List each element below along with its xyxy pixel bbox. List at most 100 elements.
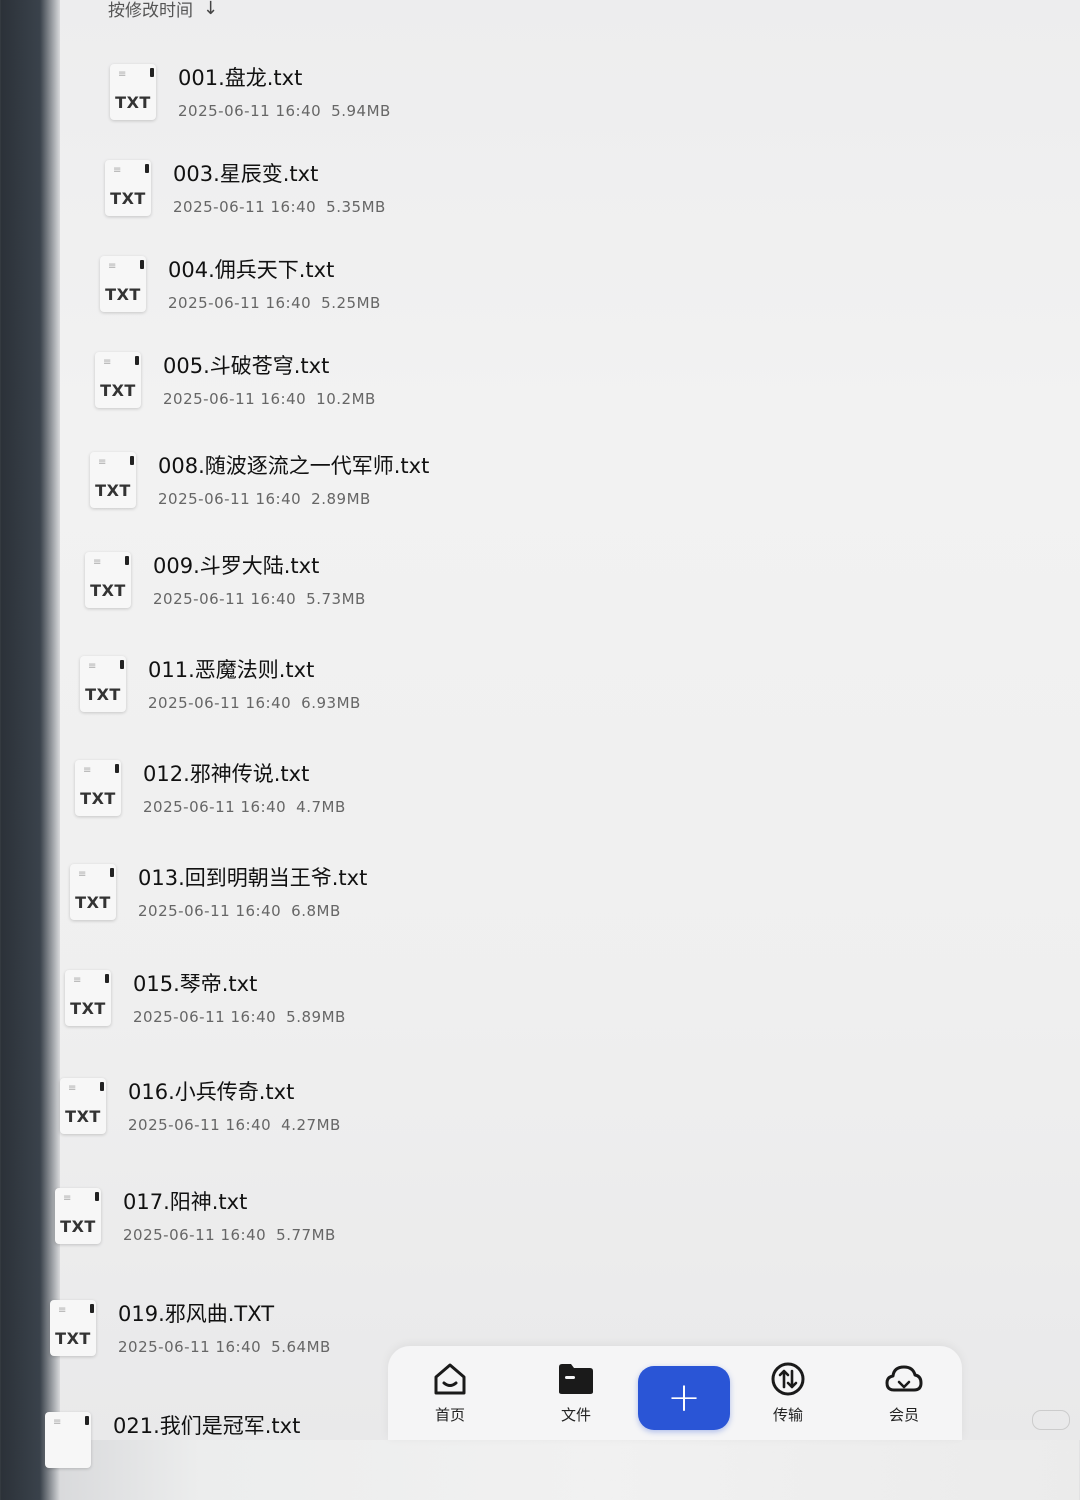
file-date: 2025-06-11 16:40 [133,1008,277,1026]
file-size: 6.8MB [291,902,341,920]
file-name: 008.随波逐流之一代军师.txt [158,454,430,478]
file-row[interactable]: ≡ TXT 003.星辰变.txt 2025-06-11 16:40 5.35MB [105,158,386,248]
tab-files-label: 文件 [560,1406,591,1424]
folder-icon [536,1356,616,1402]
file-row[interactable]: ≡ TXT 005.斗破苍穹.txt 2025-06-11 16:40 10.2M… [95,350,376,440]
file-row[interactable]: ≡ TXT 001.盘龙.txt 2025-06-11 16:40 5.94MB [110,62,391,152]
file-info: 015.琴帝.txt 2025-06-11 16:40 5.89MB [133,968,346,1026]
txt-file-icon: ≡ TXT [100,256,146,312]
file-size: 4.27MB [281,1116,341,1134]
file-list: ≡ TXT 001.盘龙.txt 2025-06-11 16:40 5.94MB … [0,0,1080,1468]
file-size: 5.94MB [331,102,391,120]
file-info: 019.邪风曲.TXT 2025-06-11 16:40 5.64MB [118,1298,331,1356]
cloud-icon [864,1356,944,1402]
file-size: 2.89MB [311,490,371,508]
tab-transfer[interactable]: 传输 [748,1356,828,1425]
file-meta: 2025-06-11 16:40 10.2MB [163,390,376,408]
tab-files[interactable]: 文件 [536,1356,616,1425]
file-info: 016.小兵传奇.txt 2025-06-11 16:40 4.27MB [128,1076,341,1134]
file-meta: 2025-06-11 16:40 6.8MB [138,902,367,920]
file-size: 5.64MB [271,1338,331,1356]
file-info: 011.恶魔法则.txt 2025-06-11 16:40 6.93MB [148,654,361,712]
file-row[interactable]: ≡ TXT 015.琴帝.txt 2025-06-11 16:40 5.89MB [65,968,346,1058]
file-row[interactable]: ≡ TXT 013.回到明朝当王爷.txt 2025-06-11 16:40 6.… [70,862,367,952]
file-size: 5.73MB [306,590,366,608]
file-name: 019.邪风曲.TXT [118,1302,275,1326]
file-meta: 2025-06-11 16:40 5.25MB [168,294,381,312]
tab-member-label: 会员 [888,1406,919,1424]
file-name: 016.小兵传奇.txt [128,1080,295,1104]
file-meta: 2025-06-11 16:40 5.94MB [178,102,391,120]
file-meta: 2025-06-11 16:40 5.64MB [118,1338,331,1356]
file-ext-label: TXT [110,189,146,208]
tab-member[interactable]: 会员 [864,1356,944,1425]
txt-file-icon: ≡ TXT [50,1300,96,1356]
txt-file-icon: ≡ TXT [70,864,116,920]
file-name: 001.盘龙.txt [178,66,303,90]
file-row[interactable]: ≡ TXT 011.恶魔法则.txt 2025-06-11 16:40 6.93M… [80,654,361,744]
file-date: 2025-06-11 16:40 [173,198,317,216]
file-row[interactable]: ≡ TXT 012.邪神传说.txt 2025-06-11 16:40 4.7MB [75,758,346,848]
file-ext-label: TXT [95,481,131,500]
file-ext-label: TXT [75,893,111,912]
file-name: 004.佣兵天下.txt [168,258,335,282]
file-ext-label: TXT [115,93,151,112]
home-icon [410,1356,490,1402]
file-meta: 2025-06-11 16:40 2.89MB [158,490,429,508]
txt-file-icon: ≡ TXT [80,656,126,712]
file-date: 2025-06-11 16:40 [118,1338,262,1356]
tab-home-label: 首页 [434,1406,465,1424]
file-size: 5.89MB [286,1008,346,1026]
txt-file-icon: ≡ TXT [75,760,121,816]
file-info: 003.星辰变.txt 2025-06-11 16:40 5.35MB [173,158,386,216]
file-date: 2025-06-11 16:40 [168,294,312,312]
file-name: 012.邪神传说.txt [143,762,310,786]
file-name: 017.阳神.txt [123,1190,248,1214]
file-size: 5.35MB [326,198,386,216]
file-row[interactable]: ≡ TXT 008.随波逐流之一代军师.txt 2025-06-11 16:40… [90,450,429,540]
plus-icon: + [667,1375,701,1421]
file-meta: 2025-06-11 16:40 5.73MB [153,590,366,608]
file-ext-label: TXT [90,581,126,600]
file-row[interactable]: ≡ TXT 009.斗罗大陆.txt 2025-06-11 16:40 5.73M… [85,550,366,640]
file-name: 015.琴帝.txt [133,972,258,996]
txt-file-icon: ≡ TXT [105,160,151,216]
txt-file-icon: ≡ TXT [85,552,131,608]
file-row[interactable]: ≡ TXT 004.佣兵天下.txt 2025-06-11 16:40 5.25M… [100,254,381,344]
file-date: 2025-06-11 16:40 [163,390,307,408]
file-date: 2025-06-11 16:40 [153,590,297,608]
file-meta: 2025-06-11 16:40 5.89MB [133,1008,346,1026]
txt-file-icon: ≡ TXT [55,1188,101,1244]
file-row[interactable]: ≡ TXT 016.小兵传奇.txt 2025-06-11 16:40 4.27M… [60,1076,341,1166]
file-name: 009.斗罗大陆.txt [153,554,320,578]
add-button[interactable]: + [638,1366,730,1430]
txt-file-icon: ≡ TXT [95,352,141,408]
file-ext-label: TXT [105,285,141,304]
file-row[interactable]: ≡ TXT 017.阳神.txt 2025-06-11 16:40 5.77MB [55,1186,336,1276]
file-meta: 2025-06-11 16:40 4.7MB [143,798,346,816]
file-ext-label: TXT [85,685,121,704]
file-row[interactable]: ≡ TXT 019.邪风曲.TXT 2025-06-11 16:40 5.64MB [50,1298,331,1388]
bottom-tab-bar: 首页 文件 + 传输 会员 [388,1346,962,1440]
file-date: 2025-06-11 16:40 [178,102,322,120]
file-meta: 2025-06-11 16:40 4.27MB [128,1116,341,1134]
file-date: 2025-06-11 16:40 [128,1116,272,1134]
file-info: 005.斗破苍穹.txt 2025-06-11 16:40 10.2MB [163,350,376,408]
txt-file-icon: ≡ [45,1412,91,1468]
file-ext-label: TXT [80,789,116,808]
file-date: 2025-06-11 16:40 [138,902,282,920]
tab-home[interactable]: 首页 [410,1356,490,1425]
file-info: 012.邪神传说.txt 2025-06-11 16:40 4.7MB [143,758,346,816]
file-ext-label: TXT [60,1217,96,1236]
tab-transfer-label: 传输 [772,1406,803,1424]
file-row[interactable]: ≡ 021.我们是冠军.txt [45,1410,300,1500]
file-size: 4.7MB [296,798,346,816]
file-info: 008.随波逐流之一代军师.txt 2025-06-11 16:40 2.89MB [158,450,429,508]
file-size: 10.2MB [316,390,376,408]
file-ext-label: TXT [100,381,136,400]
file-info: 017.阳神.txt 2025-06-11 16:40 5.77MB [123,1186,336,1244]
file-size: 5.77MB [276,1226,336,1244]
file-meta: 2025-06-11 16:40 5.35MB [173,198,386,216]
file-size: 5.25MB [321,294,381,312]
file-meta: 2025-06-11 16:40 5.77MB [123,1226,336,1244]
